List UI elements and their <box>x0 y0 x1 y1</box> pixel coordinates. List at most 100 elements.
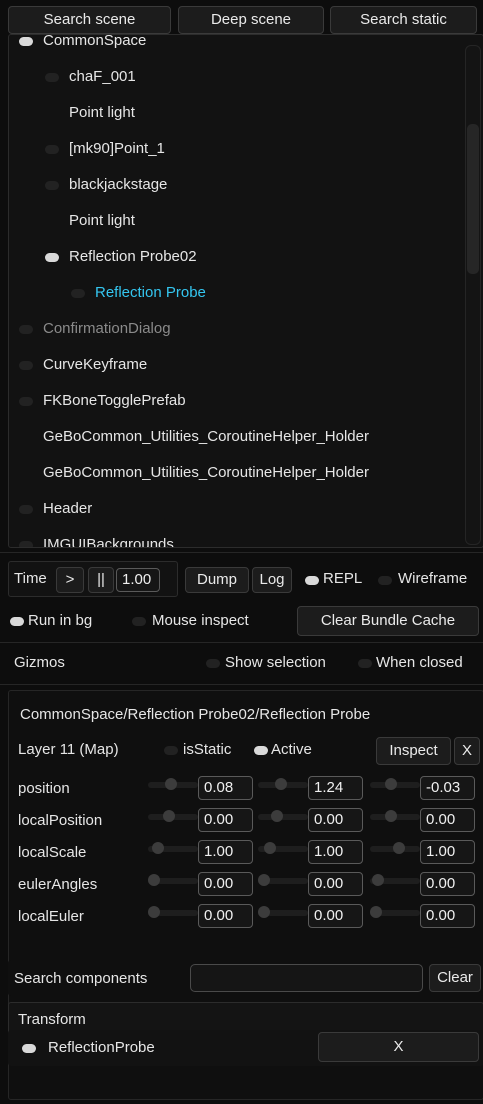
expand-toggle[interactable] <box>19 361 33 370</box>
slider-thumb[interactable] <box>385 810 397 822</box>
slider-thumb[interactable] <box>148 906 160 918</box>
value-slider[interactable] <box>148 778 198 790</box>
mouse-inspect-toggle[interactable]: Mouse inspect <box>132 608 282 634</box>
close-inspector-button[interactable]: X <box>454 737 480 765</box>
tree-scrollbar[interactable] <box>465 45 481 545</box>
expand-toggle[interactable] <box>19 397 33 406</box>
slider-thumb[interactable] <box>393 842 405 854</box>
is-static-checkbox[interactable] <box>164 746 178 755</box>
value-slider[interactable] <box>258 778 308 790</box>
expand-toggle[interactable] <box>45 73 59 82</box>
active-toggle[interactable]: Active <box>254 737 344 763</box>
value-input[interactable]: 0.00 <box>308 808 363 832</box>
expand-toggle[interactable] <box>19 325 33 334</box>
tree-item[interactable]: Point light <box>9 203 464 239</box>
slider-thumb[interactable] <box>264 842 276 854</box>
value-slider[interactable] <box>370 842 420 854</box>
value-input[interactable]: 1.00 <box>198 840 253 864</box>
mouse-inspect-checkbox[interactable] <box>132 617 146 626</box>
time-scale-input[interactable]: 1.00 <box>116 568 160 592</box>
log-button[interactable]: Log <box>252 567 292 593</box>
tree-item[interactable]: blackjackstage <box>9 167 464 203</box>
clear-bundle-cache-button[interactable]: Clear Bundle Cache <box>297 606 479 636</box>
reflection-probe-toggle[interactable]: ReflectionProbe <box>22 1035 212 1061</box>
clear-search-button[interactable]: Clear <box>429 964 481 992</box>
tree-item[interactable]: GeBoCommon_Utilities_CoroutineHelper_Hol… <box>9 455 464 491</box>
value-slider[interactable] <box>148 842 198 854</box>
tree-item[interactable]: ConfirmationDialog <box>9 311 464 347</box>
reflection-probe-checkbox[interactable] <box>22 1044 36 1053</box>
value-input[interactable]: 0.00 <box>198 808 253 832</box>
value-input[interactable]: 0.00 <box>198 872 253 896</box>
run-in-bg-toggle[interactable]: Run in bg <box>10 608 125 634</box>
search-static-button[interactable]: Search static <box>330 6 477 34</box>
value-input[interactable]: 1.00 <box>308 840 363 864</box>
tree-item[interactable]: FKBoneTogglePrefab <box>9 383 464 419</box>
play-button[interactable]: > <box>56 567 84 593</box>
expand-toggle[interactable] <box>71 289 85 298</box>
tree-item[interactable]: CommonSpace <box>9 35 464 59</box>
value-slider[interactable] <box>148 874 198 886</box>
slider-thumb[interactable] <box>165 778 177 790</box>
tree-item[interactable]: chaF_001 <box>9 59 464 95</box>
pause-button[interactable]: || <box>88 567 114 593</box>
tree-item[interactable]: [mk90]Point_1 <box>9 131 464 167</box>
run-in-bg-checkbox[interactable] <box>10 617 24 626</box>
value-input[interactable]: 0.08 <box>198 776 253 800</box>
dump-button[interactable]: Dump <box>185 567 249 593</box>
value-input[interactable]: -0.03 <box>420 776 475 800</box>
repl-toggle[interactable]: REPL <box>303 567 373 593</box>
value-input[interactable]: 0.00 <box>198 904 253 928</box>
wireframe-toggle[interactable]: Wireframe <box>378 567 483 593</box>
slider-thumb[interactable] <box>152 842 164 854</box>
slider-thumb[interactable] <box>275 778 287 790</box>
when-closed-toggle[interactable]: When closed <box>358 650 483 676</box>
expand-toggle[interactable] <box>45 181 59 190</box>
tree-item[interactable]: Reflection Probe02 <box>9 239 464 275</box>
repl-checkbox[interactable] <box>305 576 319 585</box>
value-slider[interactable] <box>258 874 308 886</box>
value-slider[interactable] <box>258 906 308 918</box>
value-input[interactable]: 0.00 <box>308 904 363 928</box>
wireframe-checkbox[interactable] <box>378 576 392 585</box>
value-slider[interactable] <box>258 842 308 854</box>
value-slider[interactable] <box>148 810 198 822</box>
tree-item[interactable]: CurveKeyframe <box>9 347 464 383</box>
active-checkbox[interactable] <box>254 746 268 755</box>
value-slider[interactable] <box>370 874 420 886</box>
value-slider[interactable] <box>370 778 420 790</box>
tree-item[interactable]: Header <box>9 491 464 527</box>
expand-toggle[interactable] <box>19 541 33 547</box>
slider-thumb[interactable] <box>271 810 283 822</box>
tree-scrollbar-thumb[interactable] <box>467 124 479 274</box>
value-input[interactable]: 0.00 <box>420 904 475 928</box>
expand-toggle[interactable] <box>45 145 59 154</box>
value-input[interactable]: 1.00 <box>420 840 475 864</box>
slider-thumb[interactable] <box>372 874 384 886</box>
when-closed-checkbox[interactable] <box>358 659 372 668</box>
expand-toggle[interactable] <box>19 37 33 46</box>
value-slider[interactable] <box>148 906 198 918</box>
slider-thumb[interactable] <box>163 810 175 822</box>
expand-toggle[interactable] <box>19 505 33 514</box>
search-components-input[interactable] <box>190 964 423 992</box>
slider-thumb[interactable] <box>370 906 382 918</box>
value-input[interactable]: 0.00 <box>420 808 475 832</box>
value-slider[interactable] <box>258 810 308 822</box>
value-slider[interactable] <box>370 810 420 822</box>
expand-toggle[interactable] <box>45 253 59 262</box>
tree-item[interactable]: Point light <box>9 95 464 131</box>
slider-thumb[interactable] <box>148 874 160 886</box>
tree-item[interactable]: Reflection Probe <box>9 275 464 311</box>
remove-component-button[interactable]: X <box>318 1032 479 1062</box>
search-scene-button[interactable]: Search scene <box>8 6 171 34</box>
show-selection-toggle[interactable]: Show selection <box>206 650 356 676</box>
tree-item[interactable]: GeBoCommon_Utilities_CoroutineHelper_Hol… <box>9 419 464 455</box>
slider-thumb[interactable] <box>258 906 270 918</box>
value-slider[interactable] <box>370 906 420 918</box>
slider-thumb[interactable] <box>385 778 397 790</box>
inspect-button[interactable]: Inspect <box>376 737 451 765</box>
value-input[interactable]: 0.00 <box>420 872 475 896</box>
tree-item[interactable]: IMGUIBackgrounds <box>9 527 464 547</box>
deep-scene-button[interactable]: Deep scene <box>178 6 324 34</box>
